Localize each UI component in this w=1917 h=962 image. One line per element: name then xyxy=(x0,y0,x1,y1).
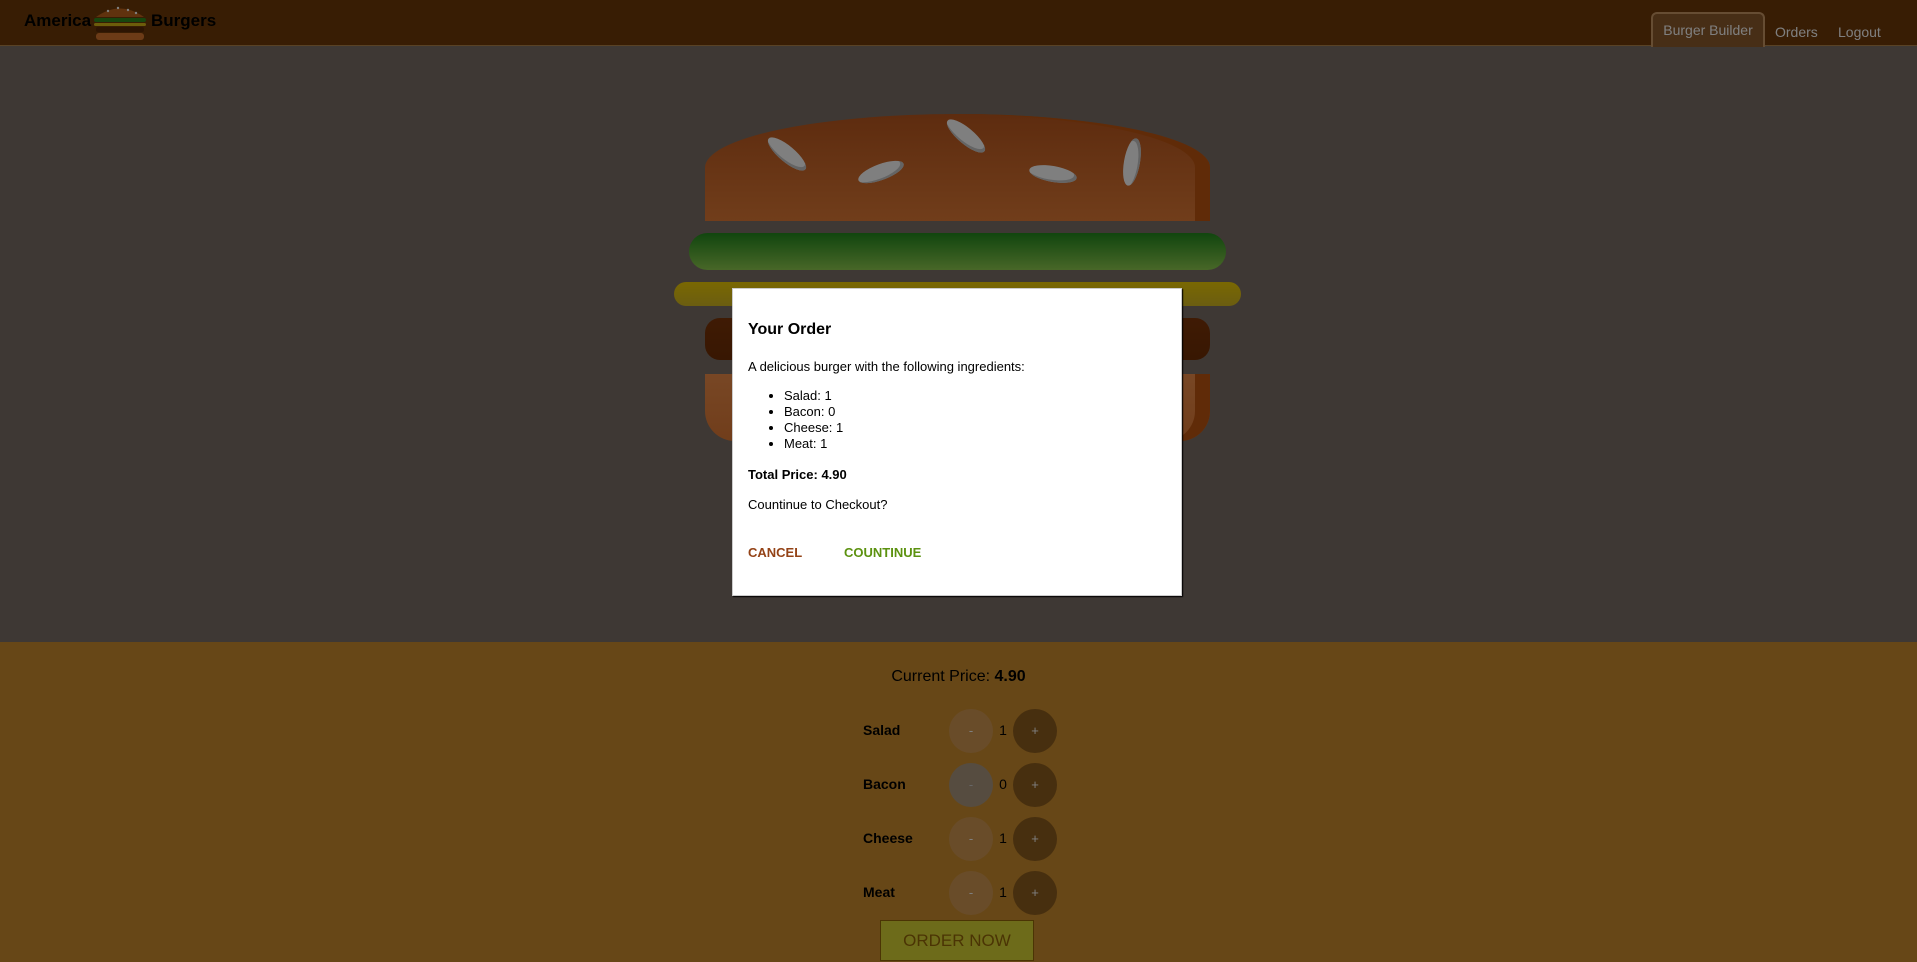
summary-item-cheese: Cheese: 1 xyxy=(784,420,843,436)
total-price: Total Price: 4.90 xyxy=(748,467,847,482)
checkout-question: Countinue to Checkout? xyxy=(748,497,888,512)
modal-title: Your Order xyxy=(748,321,832,338)
modal-intro: A delicious burger with the following in… xyxy=(748,359,1025,374)
ingredient-summary-list: Salad: 1 Bacon: 0 Cheese: 1 Meat: 1 xyxy=(784,388,843,452)
cancel-button[interactable]: CANCEL xyxy=(748,545,802,560)
summary-item-meat: Meat: 1 xyxy=(784,436,843,452)
summary-item-bacon: Bacon: 0 xyxy=(784,404,843,420)
continue-button[interactable]: COUNTINUE xyxy=(844,545,921,560)
order-summary-modal: Your Order A delicious burger with the f… xyxy=(732,288,1182,596)
summary-item-salad: Salad: 1 xyxy=(784,388,843,404)
